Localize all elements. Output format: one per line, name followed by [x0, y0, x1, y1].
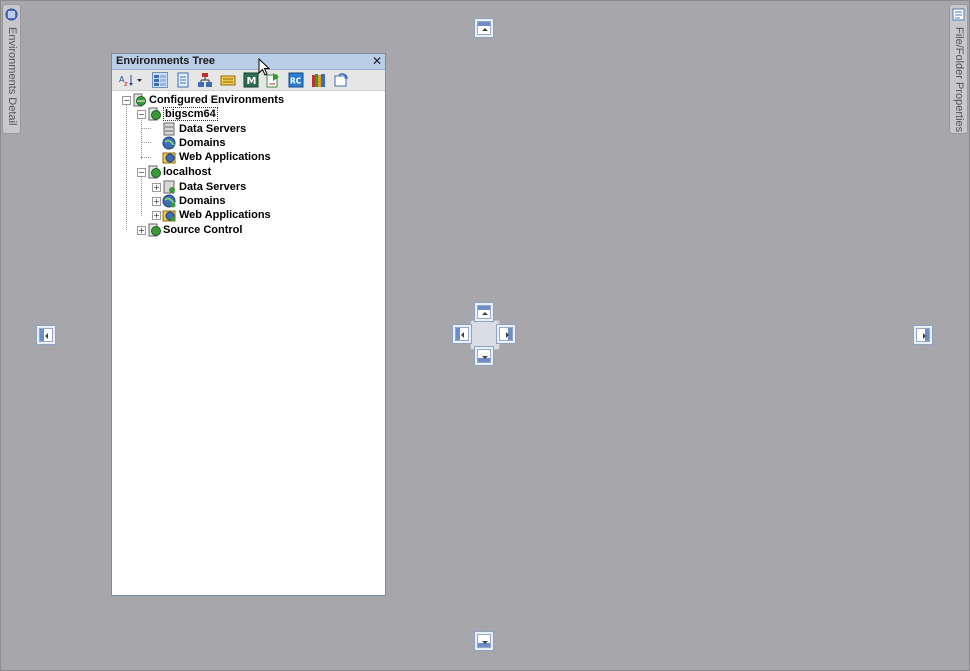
collapse-icon[interactable]: − [137, 168, 146, 177]
books-icon [312, 74, 325, 87]
environments-tree-panel: Environments Tree ✕ A z M RC − Configure… [111, 53, 386, 596]
tree-label: Web Applications [179, 151, 271, 163]
svg-text:M: M [247, 76, 257, 87]
m-icon: M [243, 72, 259, 88]
arrow-right-icon [923, 333, 926, 339]
arrow-up-icon [482, 312, 488, 315]
list-view-icon [177, 72, 189, 88]
expand-icon[interactable]: + [152, 197, 161, 206]
expand-icon[interactable]: + [152, 211, 161, 220]
tree-view-icon [154, 75, 166, 86]
refresh-button[interactable] [333, 72, 349, 88]
tree-label: Configured Environments [149, 94, 285, 106]
data-server-button[interactable] [220, 72, 236, 88]
environments-detail-label: Environments Detail [6, 27, 18, 126]
expand-icon[interactable]: + [152, 183, 161, 192]
hierarchy-icon [198, 73, 212, 87]
dock-bottom-button[interactable] [474, 631, 494, 651]
mouse-cursor-icon [258, 58, 270, 76]
expand-icon[interactable]: + [137, 226, 146, 235]
collapse-icon[interactable]: − [122, 96, 131, 105]
tree-view-button[interactable] [152, 72, 168, 88]
dock-compass [450, 300, 518, 368]
sort-icon: A z [119, 75, 142, 88]
tree-label: Source Control [163, 224, 243, 236]
tree-connector [141, 142, 151, 143]
dock-left-button[interactable] [36, 325, 56, 345]
globe-icon [162, 194, 176, 208]
arrow-right-icon [506, 332, 509, 338]
web-application-icon [162, 152, 176, 164]
refresh-icon [334, 73, 348, 87]
svg-text:z: z [124, 80, 128, 88]
environment-icon [148, 165, 161, 179]
file-folder-properties-tab[interactable]: File/Folder Properties [949, 4, 968, 134]
tree-connector [141, 172, 142, 216]
tree-connector [141, 157, 151, 158]
data-server-icon [163, 180, 175, 194]
tree-label: Domains [179, 137, 226, 149]
books-button[interactable] [311, 72, 327, 88]
compass-bottom-button[interactable] [474, 346, 494, 366]
tree-label: bigscm64 [163, 107, 218, 121]
close-icon[interactable]: ✕ [372, 54, 382, 68]
tree-connector [126, 100, 127, 230]
panel-title-bar[interactable]: Environments Tree ✕ [112, 54, 385, 70]
environment-icon [5, 8, 18, 21]
arrow-down-icon [482, 641, 488, 644]
tree-connector [141, 128, 151, 129]
arrow-left-icon [45, 333, 48, 339]
list-view-button[interactable] [175, 72, 191, 88]
panel-toolbar: A z M RC [112, 70, 385, 91]
compass-right-button[interactable] [496, 324, 516, 344]
m-button[interactable]: M [243, 72, 259, 88]
web-application-icon [162, 210, 176, 222]
panel-title: Environments Tree [116, 55, 216, 67]
tree-connector [141, 114, 142, 159]
compass-left-button[interactable] [452, 324, 472, 344]
file-folder-properties-label: File/Folder Properties [953, 27, 965, 133]
data-server-icon [163, 122, 175, 136]
data-server-icon [220, 75, 236, 86]
dock-right-button[interactable] [913, 325, 933, 345]
environments-icon [133, 93, 146, 107]
tree-label: Data Servers [179, 123, 247, 135]
tree-label: Domains [179, 195, 226, 207]
environments-detail-tab[interactable]: Environments Detail [2, 4, 21, 134]
arrow-up-icon [482, 28, 488, 31]
svg-text:RC: RC [290, 77, 302, 86]
tree-label: Web Applications [179, 209, 271, 221]
environments-tree: − Configured Environments − bigscm64 Dat… [115, 92, 382, 592]
arrow-down-icon [482, 356, 488, 359]
hierarchy-button[interactable] [197, 72, 213, 88]
rc-icon: RC [288, 72, 304, 88]
collapse-icon[interactable]: − [137, 110, 146, 119]
properties-icon [952, 8, 965, 21]
arrow-left-icon [461, 332, 464, 338]
sort-dropdown-button[interactable]: A z [118, 72, 144, 88]
dock-top-button[interactable] [474, 18, 494, 38]
compass-top-button[interactable] [474, 302, 494, 322]
source-control-icon [148, 223, 161, 237]
environment-icon [148, 107, 161, 121]
rc-button[interactable]: RC [288, 72, 304, 88]
globe-icon [162, 136, 176, 150]
tree-label: Data Servers [179, 181, 247, 193]
tree-label: localhost [163, 166, 212, 178]
